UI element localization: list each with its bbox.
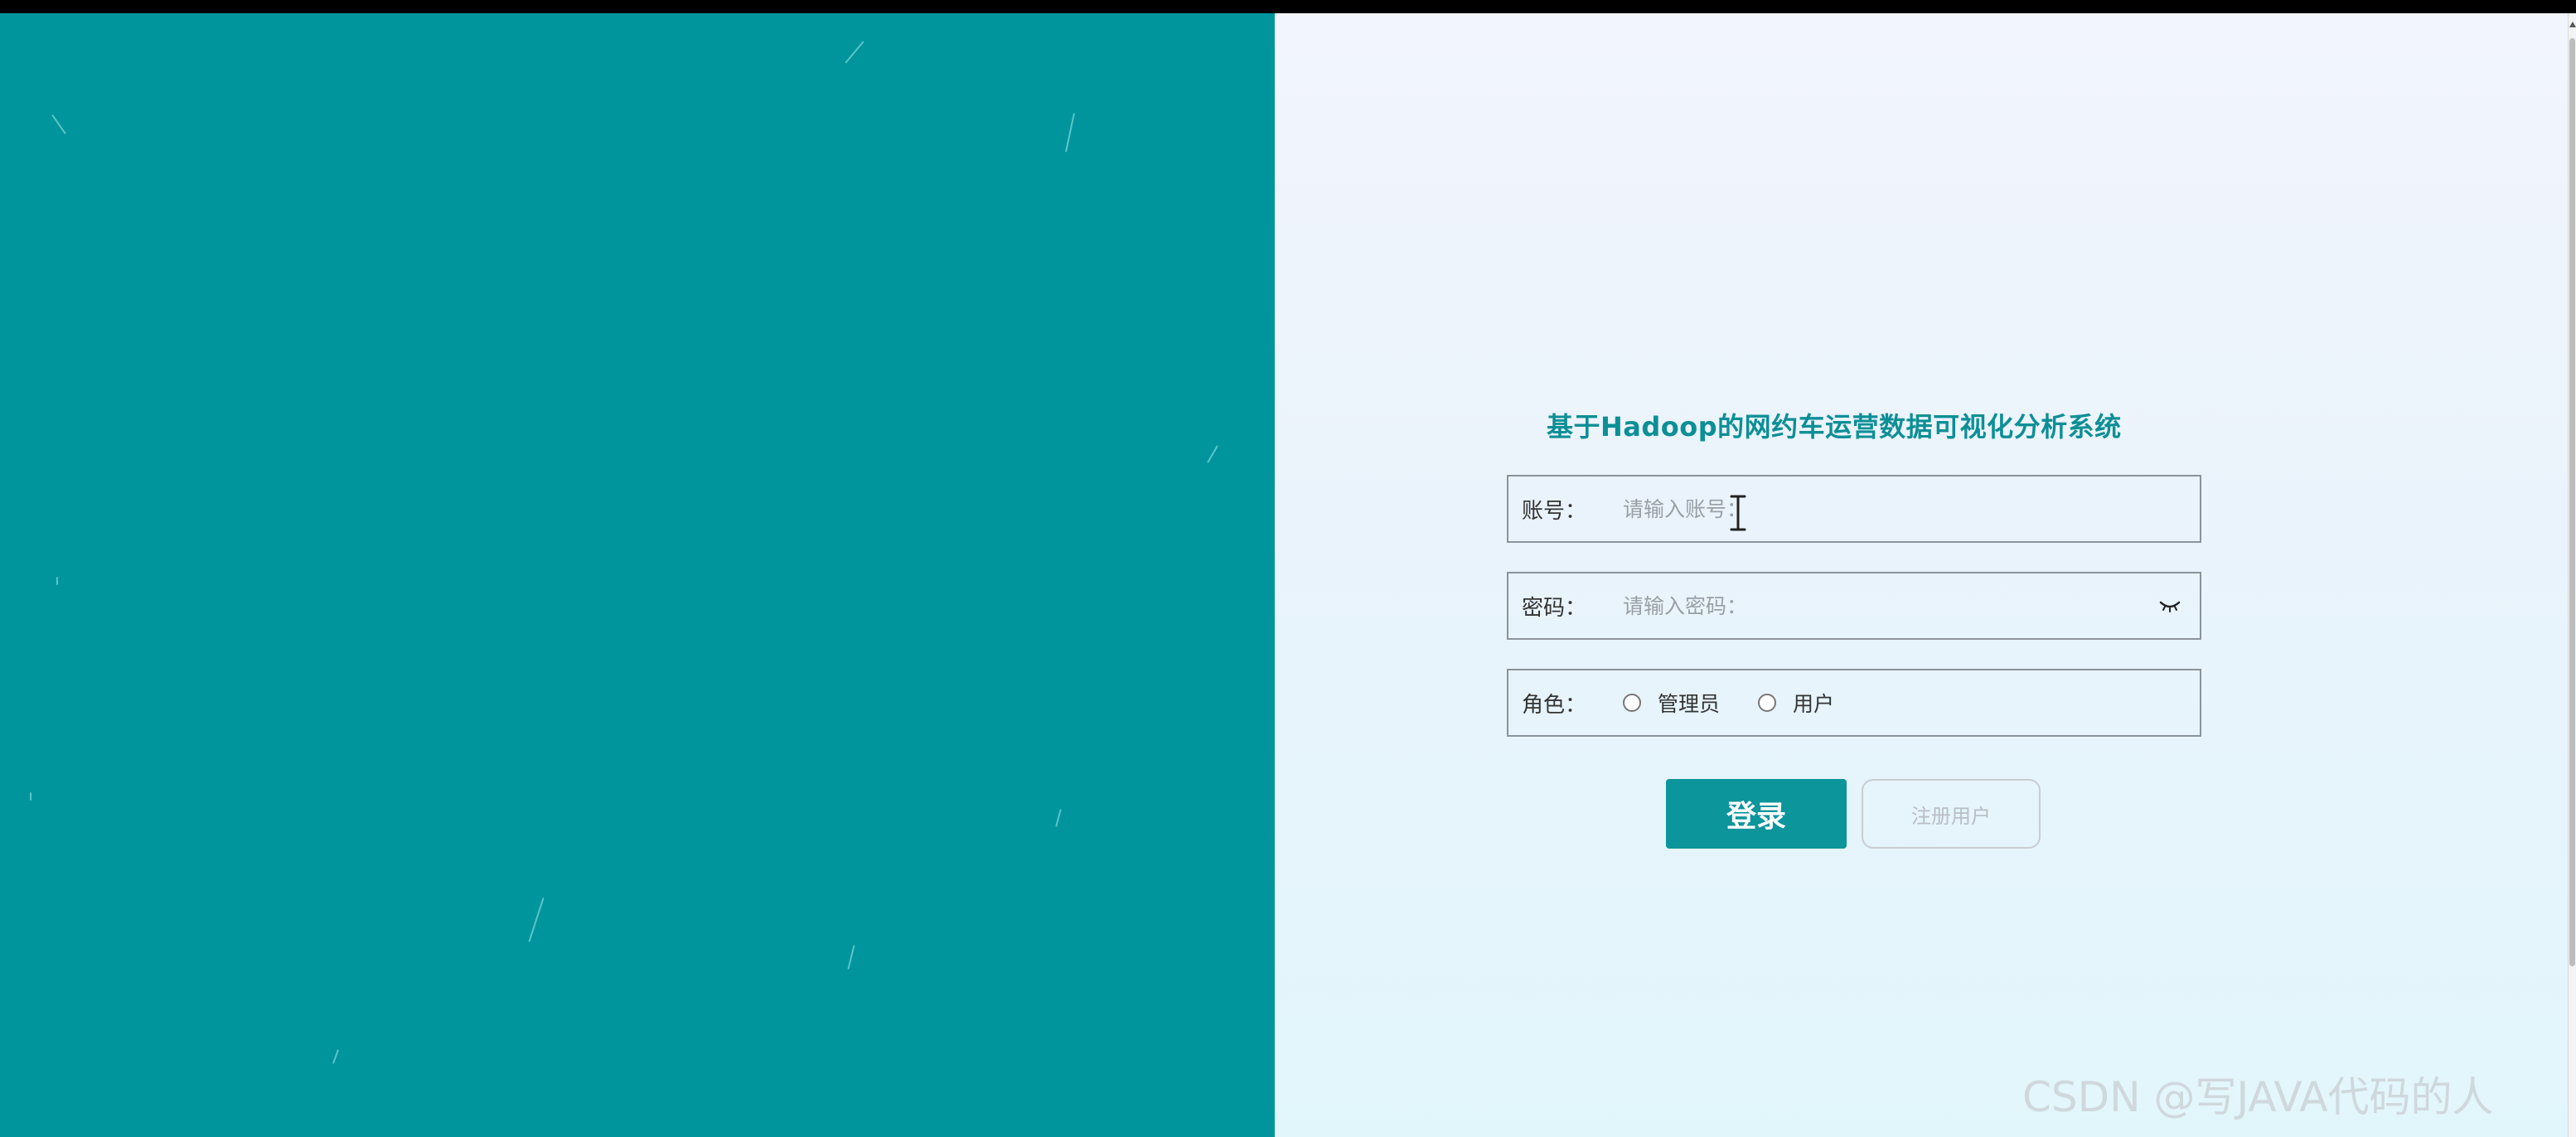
password-input[interactable] xyxy=(1610,573,2153,638)
password-label: 密码： xyxy=(1522,595,1587,621)
rain-streak xyxy=(1207,445,1218,463)
radio-circle-icon[interactable] xyxy=(1758,694,1777,712)
radio-circle-icon[interactable] xyxy=(1623,694,1641,712)
account-input[interactable] xyxy=(1610,477,2200,541)
rain-streak xyxy=(332,1049,340,1064)
rain-streak xyxy=(51,114,66,135)
account-label: 账号： xyxy=(1522,498,1587,524)
csdn-watermark: CSDN @写JAVA代码的人 xyxy=(2022,1073,2494,1121)
ibeam-cursor-icon xyxy=(1729,495,1747,535)
eye-closed-icon[interactable] xyxy=(2153,593,2186,618)
rain-streak xyxy=(30,792,31,801)
decorative-teal-panel xyxy=(0,13,1275,1137)
role-label: 角色： xyxy=(1522,692,1587,718)
window-top-bar xyxy=(0,0,2576,13)
role-option-label: 用户 xyxy=(1793,692,1835,716)
login-button[interactable]: 登录 xyxy=(1666,779,1847,849)
role-radio-group: 管理员 用户 xyxy=(1610,688,1872,718)
role-option-label: 管理员 xyxy=(1658,692,1721,716)
rain-streak xyxy=(1065,113,1075,152)
role-option-user[interactable]: 用户 xyxy=(1758,688,1834,718)
rain-streak xyxy=(56,577,58,585)
scroll-thumb[interactable] xyxy=(2569,38,2575,966)
system-title: 基于Hadoop的网约车运营数据可视化分析系统 xyxy=(1547,411,2122,443)
password-field: 密码： xyxy=(1507,572,2201,640)
rain-streak xyxy=(1055,809,1062,827)
rain-streak xyxy=(528,898,545,942)
account-field: 账号： xyxy=(1507,475,2201,543)
rain-streak xyxy=(847,945,855,970)
role-option-admin[interactable]: 管理员 xyxy=(1623,688,1720,718)
register-button[interactable]: 注册用户 xyxy=(1862,779,2041,849)
role-field: 角色： 管理员 用户 xyxy=(1507,669,2201,737)
scroll-up-arrow-icon[interactable] xyxy=(2569,22,2576,27)
rain-streak xyxy=(845,41,864,64)
vertical-scrollbar[interactable] xyxy=(2568,13,2576,1137)
